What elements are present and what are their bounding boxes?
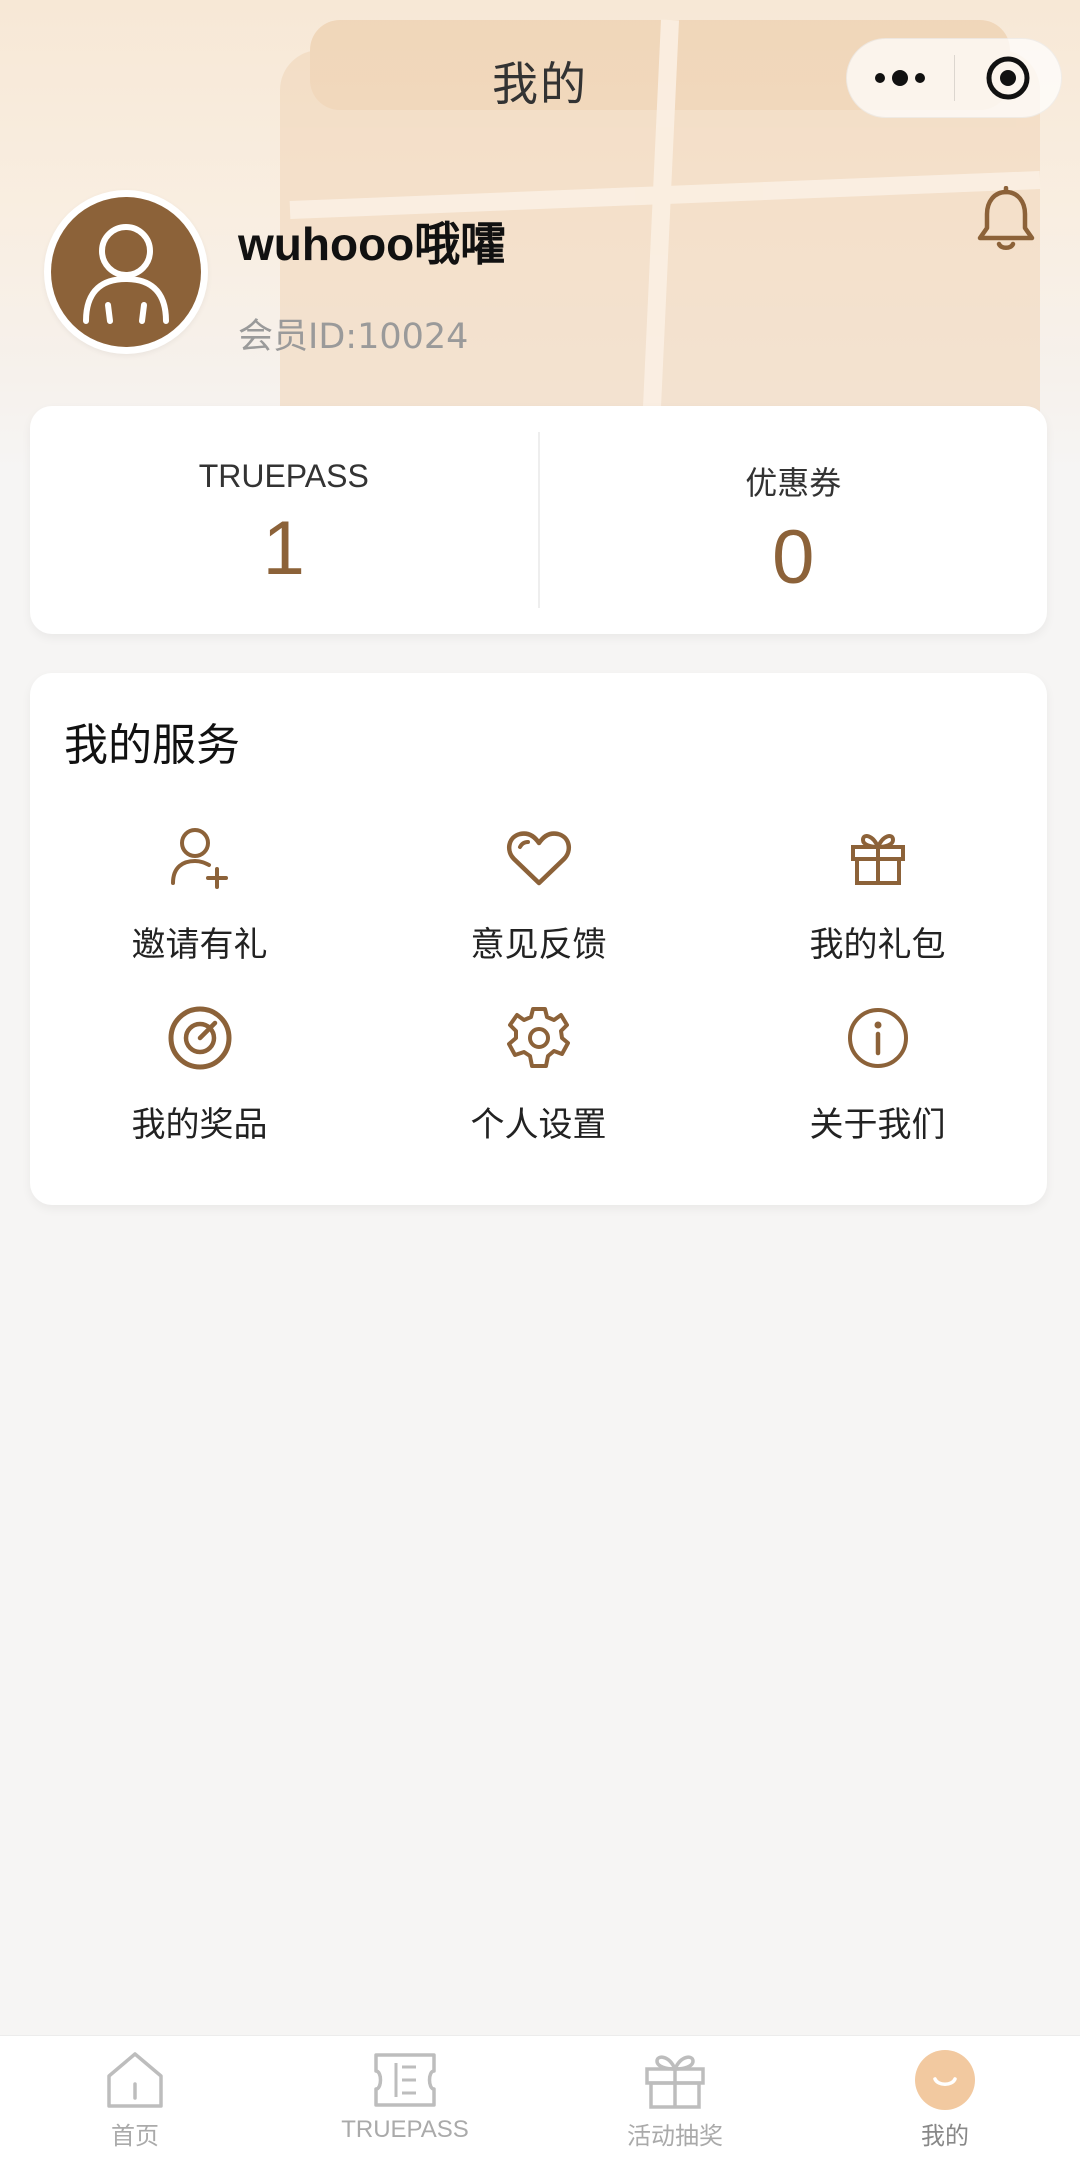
user-icon [83,224,169,324]
stat-label: TRUEPASS [198,458,369,494]
tab-lottery[interactable]: 活动抽奖 [540,2036,810,2174]
service-invite[interactable]: 邀请有礼 [30,823,369,993]
stats-card: TRUEPASS 1 优惠券 0 [30,406,1047,634]
avatar[interactable] [44,190,208,354]
tab-mine[interactable]: 我的 [810,2036,1080,2174]
tab-home[interactable]: 首页 [0,2036,270,2174]
gift-icon [850,834,905,885]
close-button[interactable] [955,39,1062,117]
service-gift-pack[interactable]: 我的礼包 [708,823,1047,993]
stat-value: 0 [772,515,815,600]
gear-icon [506,1007,570,1068]
info-icon [847,1008,908,1068]
service-label: 我的奖品 [131,1105,268,1145]
ticket-icon [374,2053,436,2107]
service-label: 意见反馈 [470,925,607,965]
tab-label: 活动抽奖 [627,2123,723,2150]
service-label: 我的礼包 [809,925,946,965]
tab-label: 首页 [111,2123,159,2150]
heart-icon [506,831,571,886]
service-about[interactable]: 关于我们 [708,1003,1047,1173]
bell-icon[interactable] [975,186,1037,252]
smile-icon [915,2050,975,2110]
service-label: 个人设置 [470,1105,607,1145]
service-settings[interactable]: 个人设置 [369,1003,708,1173]
target-close-icon [986,56,1030,100]
stat-coupons[interactable]: 优惠券 0 [540,406,1048,634]
service-feedback[interactable]: 意见反馈 [369,823,708,993]
service-label: 关于我们 [809,1105,946,1145]
tab-truepass[interactable]: TRUEPASS [270,2036,540,2174]
tab-bar: 首页 TRUEPASS 活动抽奖 我的 [0,2035,1080,2174]
stat-value: 1 [262,506,305,591]
target-icon [168,1006,231,1070]
service-label: 邀请有礼 [131,925,268,965]
service-prizes[interactable]: 我的奖品 [30,1003,369,1173]
tab-label: 我的 [921,2123,969,2150]
gift-icon [645,2055,705,2109]
stat-truepass[interactable]: TRUEPASS 1 [30,406,538,634]
member-id: 会员ID:10024 [238,317,469,357]
mini-program-capsule [846,38,1062,118]
stat-label: 优惠券 [745,465,842,501]
more-button[interactable] [847,39,954,117]
avatar-inner [51,197,201,347]
tab-label: TRUEPASS [341,2116,469,2143]
more-dots-icon [875,70,926,86]
services-card: 我的服务 邀请有礼 意见反馈 我的礼包 我的奖品 个人设置 关于我们 [30,673,1047,1205]
home-icon [107,2052,163,2108]
services-title: 我的服务 [64,720,240,771]
add-user-icon [170,828,228,889]
username: wuhooo哦嚯 [238,218,507,270]
